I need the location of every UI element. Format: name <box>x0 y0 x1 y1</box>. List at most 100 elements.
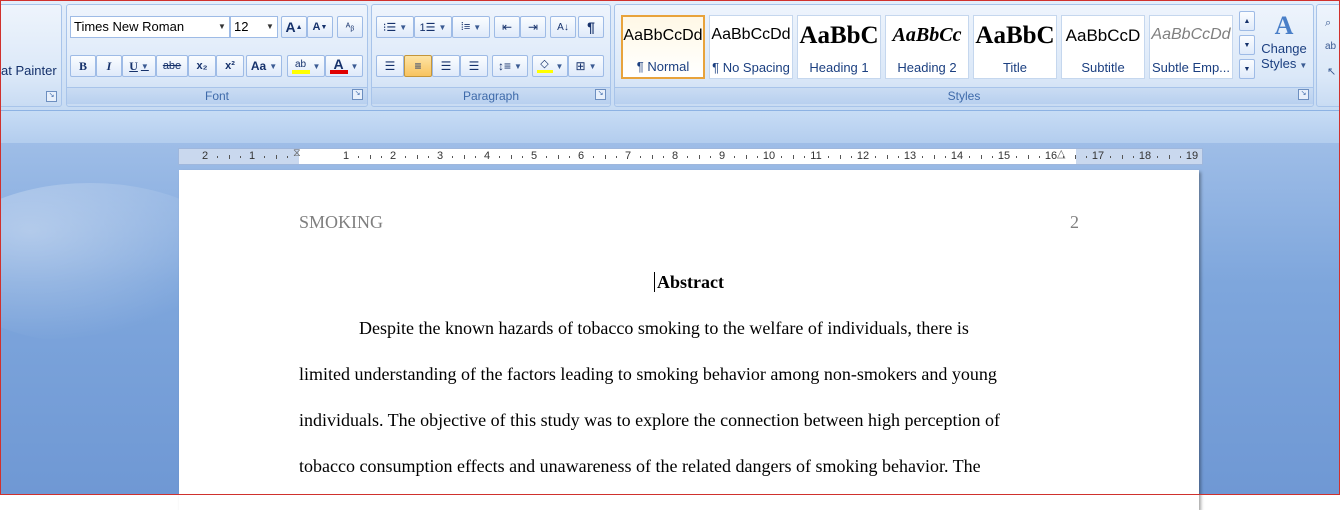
font-launcher-icon[interactable]: ↘ <box>352 89 363 100</box>
multilevel-list-button[interactable]: ⁞≡ ▼ <box>452 16 490 38</box>
ruler-tick-label: 8 <box>671 150 679 162</box>
chevron-down-icon[interactable]: ▼ <box>473 23 481 32</box>
styles-more-button[interactable]: ▼ <box>1239 59 1255 79</box>
bullets-icon: ⁝☰ <box>382 21 397 34</box>
style-name: ¶ Normal <box>636 59 690 74</box>
ruler-tick-label: 15 <box>997 150 1011 162</box>
ruler-tick <box>463 155 465 159</box>
chevron-down-icon[interactable]: ▼ <box>439 23 447 32</box>
chevron-down-icon[interactable]: ▼ <box>399 23 407 32</box>
style-normal[interactable]: AaBbCcDd ¶ Normal <box>621 15 705 79</box>
style-title[interactable]: AaBbC Title <box>973 15 1057 79</box>
right-indent-marker-icon[interactable]: △ <box>1057 147 1065 160</box>
ruler-tick-label: 10 <box>762 150 776 162</box>
ruler-tick-label: 14 <box>950 150 964 162</box>
show-formatting-marks-button[interactable]: ¶ <box>578 16 604 38</box>
chevron-down-icon[interactable]: ▼ <box>514 62 522 71</box>
align-center-button[interactable]: ≡ <box>404 55 432 77</box>
body-line-1[interactable]: Despite the known hazards of tobacco smo… <box>359 318 969 339</box>
borders-button[interactable]: ⊞ ▼ <box>568 55 604 77</box>
style-no-spacing[interactable]: AaBbCcDd ¶ No Spacing <box>709 15 793 79</box>
body-line-2[interactable]: limited understanding of the factors lea… <box>299 364 997 385</box>
style-subtitle[interactable]: AaBbCcD Subtitle <box>1061 15 1145 79</box>
paragraph-launcher-icon[interactable]: ↘ <box>595 89 606 100</box>
bullets-button[interactable]: ⁝☰ ▼ <box>376 16 414 38</box>
chevron-down-icon[interactable]: ▼ <box>351 62 359 71</box>
styles-scroll-up-button[interactable]: ▲ <box>1239 11 1255 31</box>
ruler-tick <box>287 156 289 158</box>
ruler-tick <box>416 155 418 159</box>
subscript-button[interactable]: x₂ <box>188 55 216 77</box>
format-painter-button[interactable]: at Painter <box>1 63 57 78</box>
ruler-tick <box>1074 155 1076 159</box>
align-left-button[interactable]: ☰ <box>376 55 404 77</box>
decrease-indent-button[interactable]: ⇤ <box>494 16 520 38</box>
font-group-label: Font <box>67 87 367 104</box>
chevron-down-icon[interactable]: ▼ <box>313 62 321 71</box>
strikethrough-button[interactable]: abe <box>156 55 188 77</box>
ruler-tick <box>263 156 265 158</box>
styles-launcher-icon[interactable]: ↘ <box>1298 89 1309 100</box>
ruler-tick <box>921 156 923 158</box>
document-page[interactable]: SMOKING 2 Abstract Despite the known haz… <box>179 170 1199 510</box>
chevron-down-icon[interactable]: ▼ <box>556 62 564 71</box>
abstract-heading[interactable]: Abstract <box>179 272 1199 293</box>
chevron-down-icon[interactable]: ▼ <box>141 62 149 71</box>
select-icon[interactable]: ↖ <box>1327 65 1336 78</box>
clear-formatting-button[interactable]: ᴬᵦ <box>337 16 363 38</box>
text-cursor <box>654 272 655 292</box>
font-color-button[interactable]: A ▼ <box>325 55 363 77</box>
style-heading-2[interactable]: AaBbCc Heading 2 <box>885 15 969 79</box>
ruler-tick <box>874 156 876 158</box>
font-name-combo[interactable]: Times New Roman ▼ <box>70 16 230 38</box>
italic-button[interactable]: I <box>96 55 122 77</box>
first-line-indent-marker-icon[interactable]: ⧖ <box>293 147 301 160</box>
underline-button[interactable]: U ▼ <box>122 55 156 77</box>
change-case-button[interactable]: Aa ▼ <box>246 55 282 77</box>
ruler-tick <box>498 156 500 158</box>
sort-button[interactable]: A↓ <box>550 16 576 38</box>
paragraph-group-label: Paragraph <box>372 87 610 104</box>
align-left-icon: ☰ <box>384 59 396 73</box>
body-line-4[interactable]: tobacco consumption effects and unawaren… <box>299 456 981 477</box>
ruler-tick <box>216 156 218 158</box>
ruler-tick <box>804 156 806 158</box>
style-heading-1[interactable]: AaBbC Heading 1 <box>797 15 881 79</box>
underline-icon: U <box>129 58 138 73</box>
increase-indent-button[interactable]: ⇥ <box>520 16 546 38</box>
styles-scroll-down-button[interactable]: ▼ <box>1239 35 1255 55</box>
replace-icon[interactable]: ab <box>1325 41 1336 52</box>
shading-button[interactable]: ◇ ▼ <box>532 55 568 77</box>
superscript-button[interactable]: x² <box>216 55 244 77</box>
change-styles-button[interactable]: A Change Styles ▼ <box>1261 11 1307 87</box>
ruler-tick-label: 5 <box>530 150 538 162</box>
ruler-tick <box>1109 156 1111 158</box>
styles-group: AaBbCcDd ¶ Normal AaBbCcDd ¶ No Spacing … <box>614 4 1314 107</box>
chevron-down-icon[interactable]: ▼ <box>269 62 277 71</box>
bold-button[interactable]: B <box>70 55 96 77</box>
chevron-down-icon[interactable]: ▼ <box>589 62 597 71</box>
align-right-button[interactable]: ☰ <box>432 55 460 77</box>
justify-button[interactable]: ☰ <box>460 55 488 77</box>
find-icon[interactable]: ⌕ <box>1325 17 1331 30</box>
change-styles-icon: A <box>1274 11 1294 40</box>
chevron-down-icon[interactable]: ▼ <box>263 17 277 37</box>
ruler-tick <box>733 156 735 158</box>
body-line-3[interactable]: individuals. The objective of this study… <box>299 410 1000 431</box>
change-styles-label-2: Styles ▼ <box>1261 56 1308 71</box>
ruler-tick <box>1133 156 1135 158</box>
grow-font-button[interactable]: A ▲ <box>281 16 307 38</box>
clipboard-launcher-icon[interactable]: ↘ <box>46 91 57 102</box>
ruler-tick <box>604 155 606 159</box>
highlight-button[interactable]: ab ▼ <box>287 55 325 77</box>
increase-indent-icon: ⇥ <box>527 20 539 34</box>
font-size-combo[interactable]: 12 ▼ <box>230 16 278 38</box>
ruler-tick <box>228 155 230 159</box>
chevron-down-icon[interactable]: ▼ <box>215 17 229 37</box>
style-subtle-emphasis[interactable]: AaBbCcDd Subtle Emp... <box>1149 15 1233 79</box>
shrink-font-button[interactable]: A ▼ <box>307 16 333 38</box>
numbering-button[interactable]: 1☰ ▼ <box>414 16 452 38</box>
horizontal-ruler[interactable]: 2 1 1 2 3 4 5 6 7 8 9 10 11 12 13 14 15 16 17 18 19 ⧖ △ <box>178 147 1203 165</box>
line-spacing-button[interactable]: ↕≡ ▼ <box>492 55 528 77</box>
ruler-tick <box>839 155 841 159</box>
